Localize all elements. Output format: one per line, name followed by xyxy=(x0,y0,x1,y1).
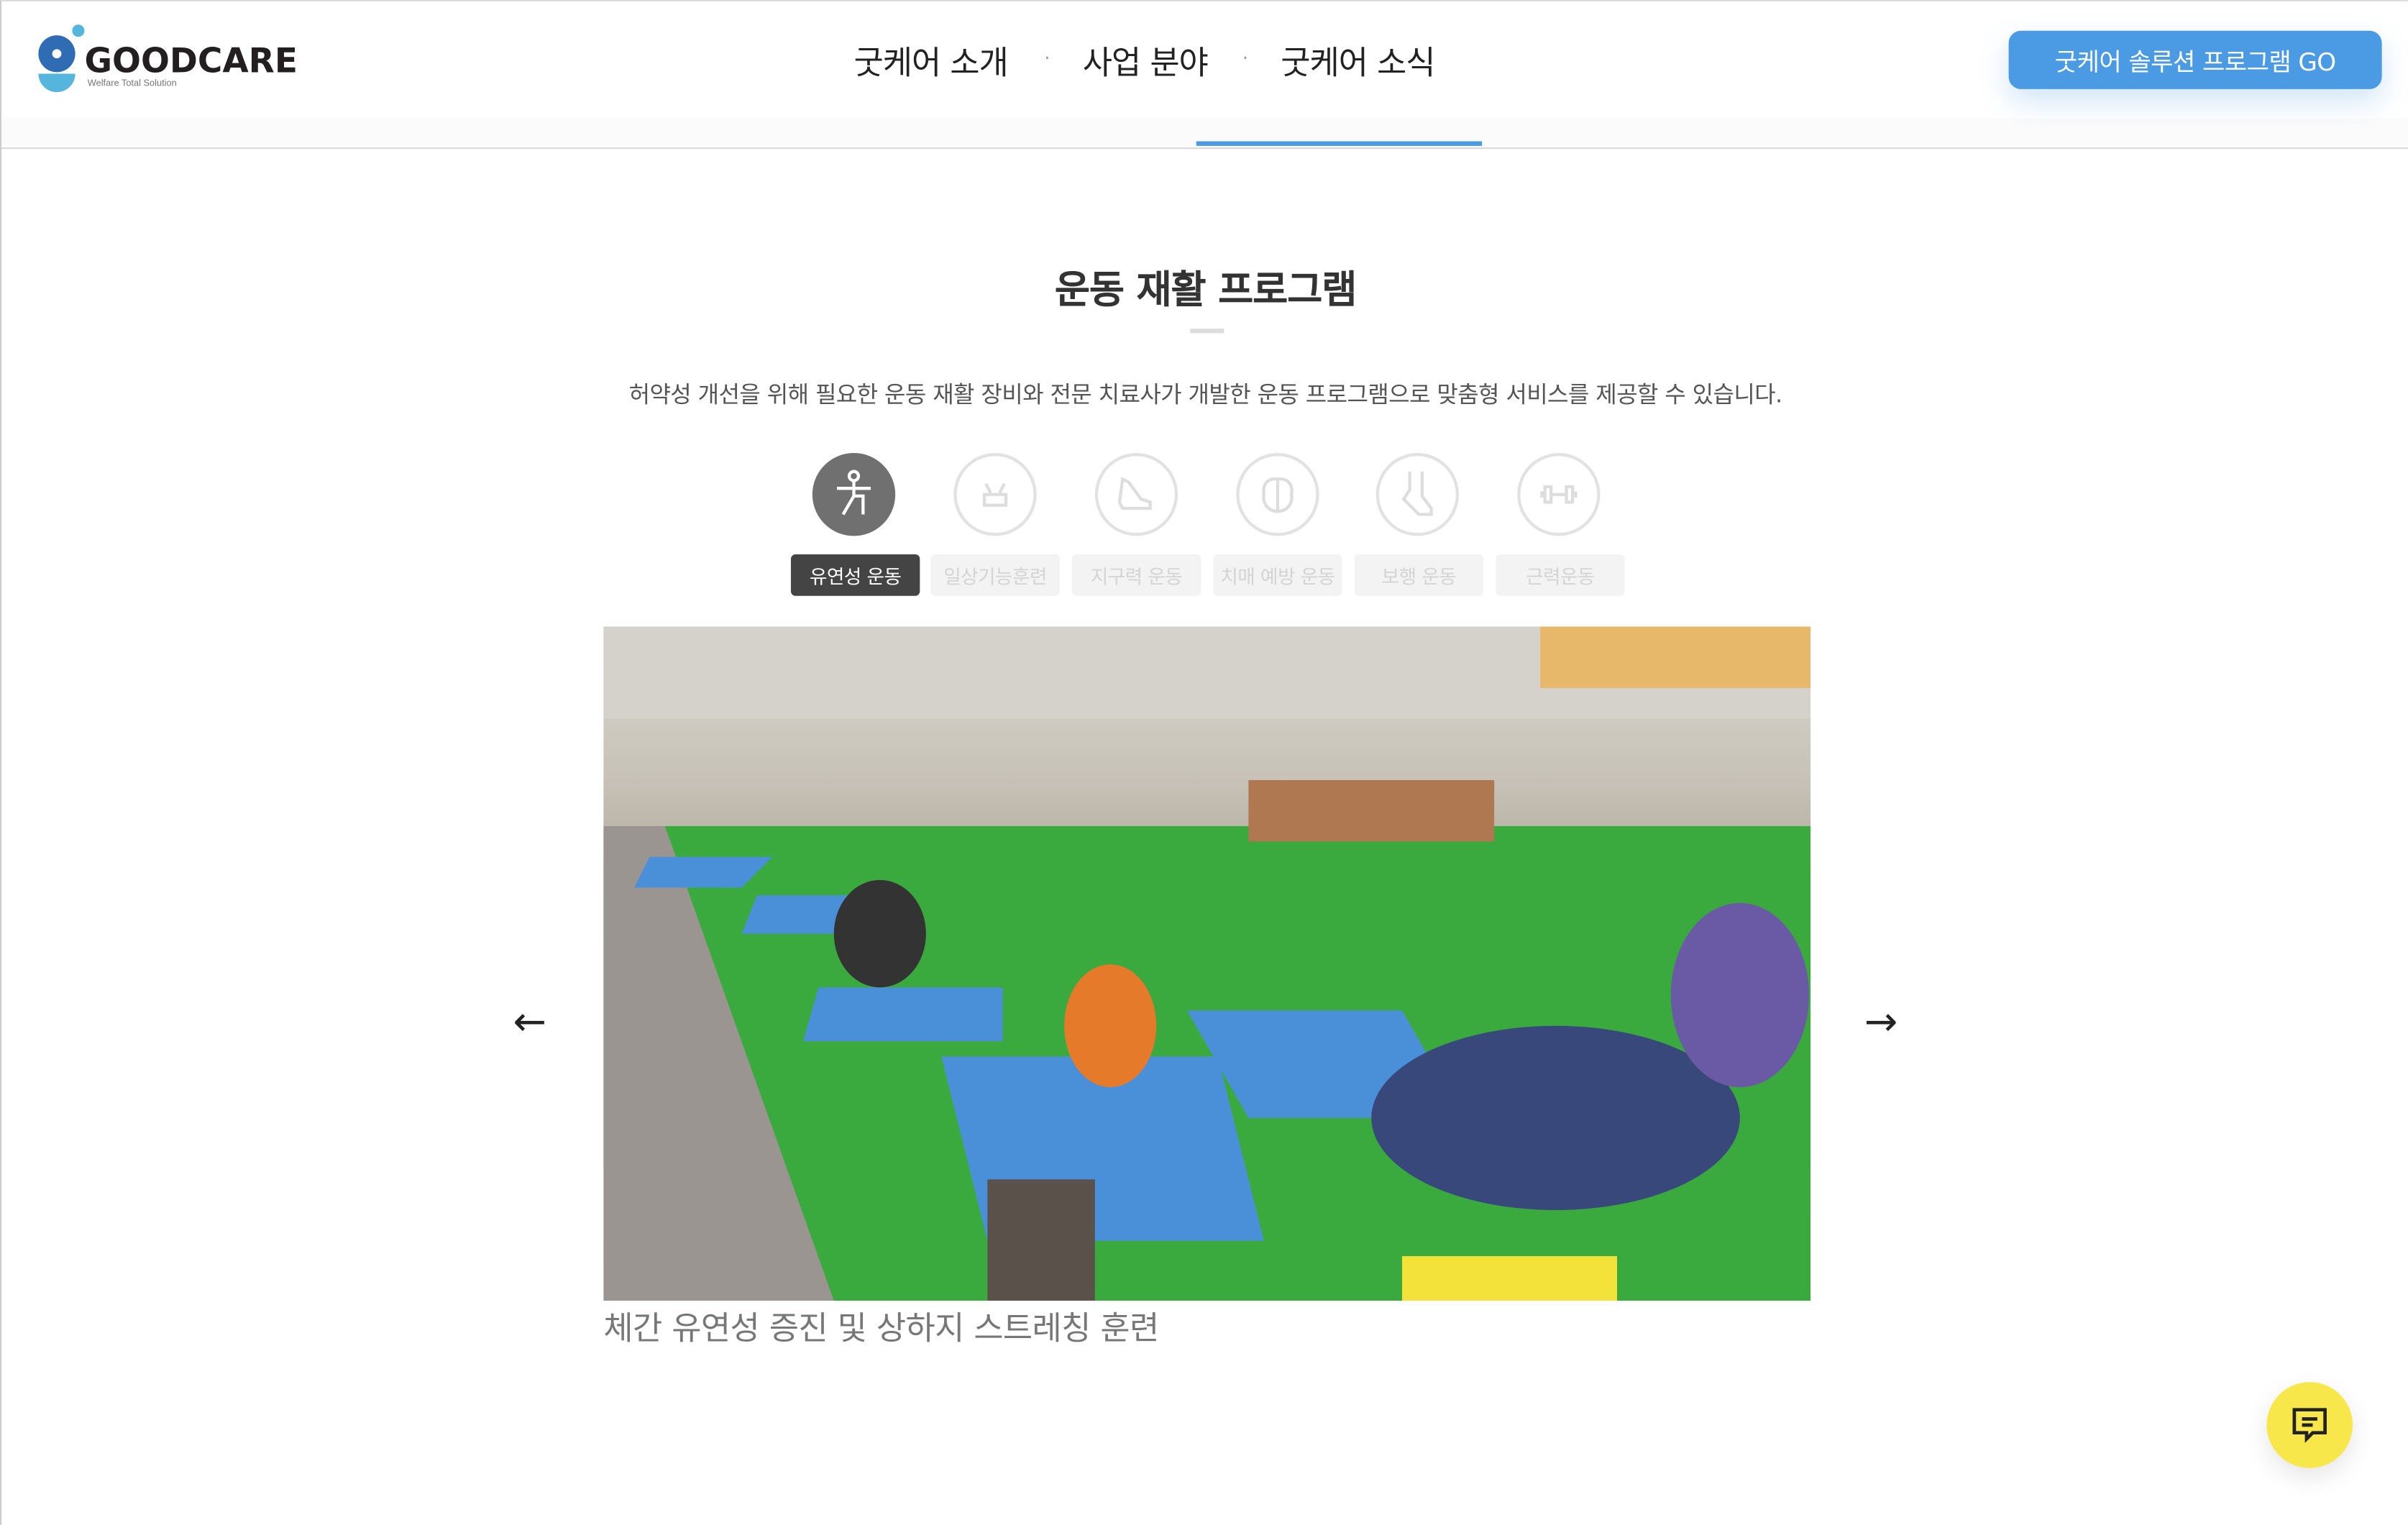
chat-button[interactable] xyxy=(2266,1382,2353,1468)
logo[interactable]: GOODCARE Welfare Total Solution xyxy=(38,24,299,95)
slide-photo xyxy=(603,626,1811,1301)
title-divider xyxy=(1190,329,1224,334)
tab-daily-function[interactable]: 일상기능훈련 xyxy=(930,554,1060,596)
nav-active-indicator xyxy=(1196,141,1483,146)
page-title: 운동 재활 프로그램 xyxy=(1054,267,1358,312)
nav-item-business[interactable]: 사업 분야 xyxy=(1083,38,1209,84)
tab-walking[interactable]: 보행 운동 xyxy=(1354,554,1484,596)
prev-slide-arrow-icon[interactable]: ← xyxy=(513,999,546,1045)
nav-separator: · xyxy=(1044,47,1050,70)
brain-icon xyxy=(1262,477,1294,513)
tab-flexibility[interactable]: 유연성 운동 xyxy=(790,554,920,596)
sneaker-icon xyxy=(1117,477,1152,510)
tab-dementia-prevention[interactable]: 치매 예방 운동 xyxy=(1213,554,1342,596)
tab-walking-icon-button[interactable] xyxy=(1375,453,1460,536)
chat-message-icon xyxy=(2292,1408,2327,1443)
stretching-person-icon xyxy=(837,470,871,516)
tab-endurance-icon-button[interactable] xyxy=(1094,453,1178,536)
goodcare-logo-icon: GOODCARE Welfare Total Solution xyxy=(38,24,298,93)
walking-shoe-icon xyxy=(1401,471,1433,516)
gym-exercise-image xyxy=(603,626,1811,1301)
tab-dementia-icon-button[interactable] xyxy=(1236,453,1319,536)
svg-text:Welfare Total Solution: Welfare Total Solution xyxy=(88,78,177,88)
tab-strength-icon-button[interactable] xyxy=(1517,453,1601,536)
nav-item-about[interactable]: 굿케어 소개 xyxy=(854,38,1009,84)
tab-flexibility-icon-button[interactable] xyxy=(812,453,896,536)
nav-separator: · xyxy=(1242,47,1249,70)
next-slide-arrow-icon[interactable]: → xyxy=(1864,999,1898,1045)
page-subtitle: 허약성 개선을 위해 필요한 운동 재활 장비와 전문 치료사가 개발한 운동 … xyxy=(628,380,1783,409)
dumbbell-icon xyxy=(1540,485,1578,504)
tab-daily-function-icon-button[interactable] xyxy=(953,453,1037,536)
nav-item-news[interactable]: 굿케어 소식 xyxy=(1281,38,1435,84)
tab-endurance[interactable]: 지구력 운동 xyxy=(1071,554,1201,596)
svg-text:GOODCARE: GOODCARE xyxy=(84,41,297,81)
slide-caption: 체간 유연성 증진 및 상하지 스트레칭 훈련 xyxy=(603,1309,1159,1347)
page: GOODCARE Welfare Total Solution 굿케어 소개 ·… xyxy=(0,0,2408,1525)
tab-strength[interactable]: 근력운동 xyxy=(1496,554,1625,596)
daily-function-icon xyxy=(982,482,1008,507)
solution-program-go-button[interactable]: 굿케어 솔루션 프로그램 GO xyxy=(2008,30,2382,89)
